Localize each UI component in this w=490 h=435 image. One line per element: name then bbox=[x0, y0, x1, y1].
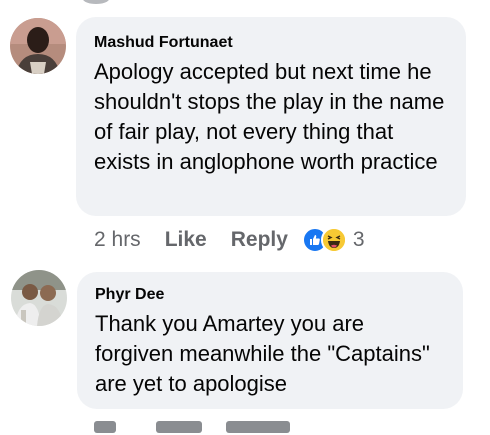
haha-reaction-icon bbox=[320, 227, 347, 253]
previous-avatar-fragment bbox=[83, 0, 109, 4]
clipped-reply-button[interactable] bbox=[226, 421, 290, 433]
reaction-summary[interactable] bbox=[301, 227, 347, 253]
clipped-like-button[interactable] bbox=[156, 421, 202, 433]
comment-actions: 2 hrs Like Reply 3 bbox=[94, 225, 365, 255]
comment-author[interactable]: Mashud Fortunaet bbox=[94, 33, 448, 53]
avatar[interactable] bbox=[10, 18, 66, 74]
avatar[interactable] bbox=[11, 270, 67, 326]
like-button[interactable]: Like bbox=[165, 228, 207, 252]
comment-timestamp[interactable]: 2 hrs bbox=[94, 228, 141, 252]
comment-text: Thank you Amartey you are forgiven meanw… bbox=[95, 311, 430, 396]
reply-button[interactable]: Reply bbox=[231, 228, 288, 252]
comment-text: Apology accepted but next time he should… bbox=[94, 59, 445, 174]
comment-bubble: Mashud Fortunaet Apology accepted but ne… bbox=[76, 17, 466, 216]
reaction-count[interactable]: 3 bbox=[353, 228, 365, 252]
comment-author[interactable]: Phyr Dee bbox=[95, 285, 445, 305]
comment-actions-clipped bbox=[94, 415, 290, 435]
clipped-timestamp bbox=[94, 421, 116, 433]
comment-bubble: Phyr Dee Thank you Amartey you are forgi… bbox=[77, 272, 463, 409]
